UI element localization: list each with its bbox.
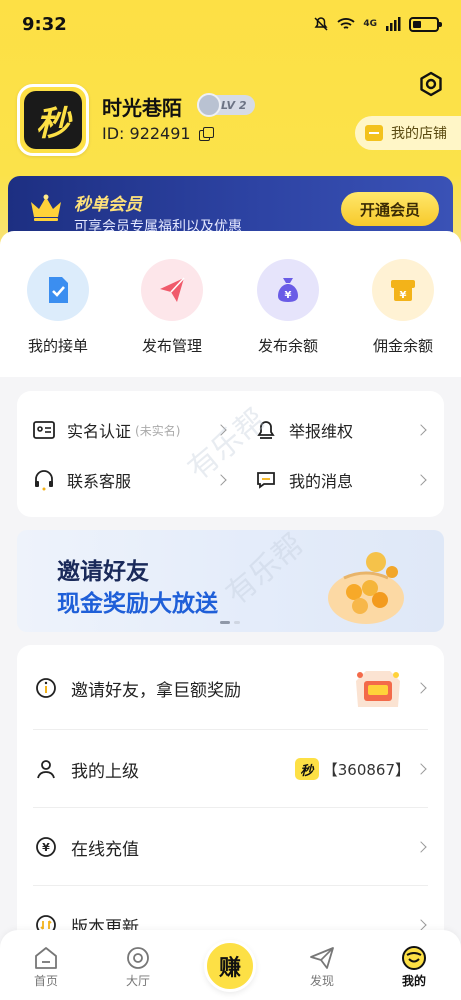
money-bag-icon: ¥: [257, 259, 319, 321]
battery-icon: [409, 16, 442, 32]
user-name: 时光巷陌: [102, 96, 182, 120]
crown-icon: [31, 194, 61, 221]
level-medal-icon: [197, 93, 221, 117]
quick-my-orders[interactable]: 我的接单: [8, 259, 108, 356]
info-circle-icon: [35, 677, 57, 699]
quick-publish-balance[interactable]: ¥ 发布余额: [238, 259, 338, 356]
realname-verify-item[interactable]: 实名认证 (未实名): [33, 413, 180, 447]
chevron-right-icon: [415, 474, 427, 486]
open-membership-button[interactable]: 开通会员: [341, 192, 439, 226]
member-title: 秒单会员: [74, 195, 142, 215]
realname-label: 实名认证: [67, 422, 132, 441]
quick-commission-balance[interactable]: ¥ 佣金余额: [353, 259, 453, 356]
online-recharge-label: 在线充值: [71, 839, 139, 860]
superior-id: 【360867】: [322, 760, 410, 779]
my-store-button[interactable]: 我的店铺: [355, 116, 461, 150]
banner-pagination: [220, 621, 240, 624]
realname-status: (未实名): [135, 423, 181, 438]
my-superior-row[interactable]: 我的上级 秒 【360867】: [17, 730, 444, 808]
chevron-right-icon: [215, 474, 227, 486]
avatar-logo: 秒: [24, 91, 82, 149]
document-check-icon: [27, 259, 89, 321]
superior-info: 秒 【360867】: [294, 758, 410, 780]
status-bar: 9:32 4G: [0, 0, 461, 48]
tab-mine-label: 我的: [401, 974, 426, 988]
id-card-icon: [33, 419, 55, 441]
invite-friends-row[interactable]: 邀请好友，拿巨额奖励: [17, 649, 444, 727]
coin-bag-icon: [328, 552, 404, 624]
my-store-label: 我的店铺: [391, 126, 447, 142]
invite-friends-label: 邀请好友，拿巨额奖励: [71, 680, 241, 701]
tab-discover-label: 发现: [309, 974, 334, 988]
my-messages-label: 我的消息: [289, 472, 354, 491]
service-grid-card: 实名认证 (未实名) 举报维权 联系客服 我的消息: [17, 391, 444, 517]
earn-button[interactable]: 赚: [204, 940, 256, 992]
yuan-circle-icon: ¥: [35, 836, 57, 858]
customer-service-label: 联系客服: [67, 472, 132, 491]
mute-icon: [314, 17, 328, 31]
copy-icon[interactable]: [198, 126, 214, 141]
status-icons: 4G: [313, 16, 442, 32]
report-item[interactable]: 举报维权: [255, 413, 353, 447]
banner-title: 邀请好友: [57, 559, 149, 585]
svg-text:¥: ¥: [42, 841, 50, 854]
user-id-text: ID: 922491: [102, 124, 191, 143]
app-logo-icon: 秒: [294, 758, 319, 780]
network-type: 4G: [363, 19, 377, 29]
quick-actions-panel: 我的接单 发布管理 ¥ 发布余额 ¥ 佣金余额: [0, 231, 461, 377]
customer-service-item[interactable]: 联系客服: [33, 463, 131, 497]
target-icon: [108, 944, 168, 972]
report-label: 举报维权: [289, 422, 354, 441]
wifi-icon: [337, 18, 355, 29]
tab-home[interactable]: 首页: [16, 944, 76, 989]
quick-label: 佣金余额: [372, 337, 433, 355]
paper-plane-icon: [292, 944, 352, 972]
wallet-icon: ¥: [372, 259, 434, 321]
tab-home-label: 首页: [33, 974, 58, 988]
quick-label: 我的接单: [27, 337, 88, 355]
tab-hall[interactable]: 大厅: [108, 944, 168, 989]
tab-mine[interactable]: 我的: [384, 944, 444, 989]
level-text: LV 2: [221, 98, 247, 112]
status-time: 9:32: [22, 13, 67, 35]
svg-text:¥: ¥: [285, 290, 292, 301]
pagination-dot: [234, 621, 240, 624]
quick-label: 发布管理: [141, 337, 202, 355]
reward-gift-icon: [356, 671, 400, 707]
online-recharge-row[interactable]: ¥ 在线充值: [17, 808, 444, 886]
headset-icon: [33, 469, 55, 491]
settings-list-card: 邀请好友，拿巨额奖励 我的上级 秒 【360867】 ¥ 在线充值 版本更新: [17, 645, 444, 945]
settings-button[interactable]: [415, 68, 447, 100]
chevron-right-icon: [215, 424, 227, 436]
hexagon-gear-icon: [420, 71, 442, 97]
store-icon: [365, 125, 383, 141]
smile-face-icon: [384, 944, 444, 972]
pagination-dot-active: [220, 621, 230, 624]
banner-subtitle: 现金奖励大放送: [57, 591, 218, 617]
my-superior-label: 我的上级: [71, 761, 139, 782]
quick-publish-manage[interactable]: 发布管理: [122, 259, 222, 356]
bell-shield-icon: [255, 419, 277, 441]
user-icon: [35, 758, 57, 780]
message-icon: [255, 469, 277, 491]
signal-icon: [386, 17, 401, 31]
svg-text:¥: ¥: [400, 290, 407, 301]
chevron-right-icon: [415, 424, 427, 436]
level-badge: LV 2: [197, 93, 255, 117]
tab-hall-label: 大厅: [125, 974, 150, 988]
invite-banner[interactable]: 邀请好友 现金奖励大放送: [17, 530, 444, 632]
tab-discover[interactable]: 发现: [292, 944, 352, 989]
quick-label: 发布余额: [257, 337, 318, 355]
my-messages-item[interactable]: 我的消息: [255, 463, 353, 497]
paper-plane-icon: [141, 259, 203, 321]
avatar[interactable]: 秒: [17, 84, 89, 156]
user-id: ID: 922491: [102, 124, 214, 143]
home-icon: [16, 944, 76, 972]
